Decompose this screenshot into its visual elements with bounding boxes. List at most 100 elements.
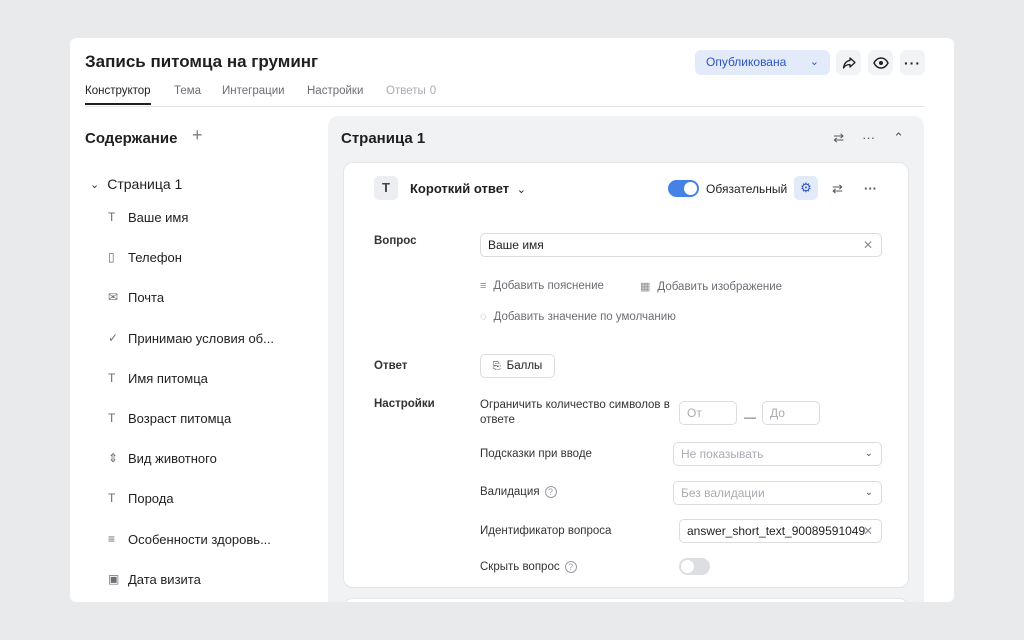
sidebar-page[interactable]: ⌄ Страница 1: [90, 176, 182, 192]
text-icon: T: [108, 410, 116, 425]
close-icon[interactable]: ✕: [863, 234, 873, 256]
tab-label: Тема: [174, 85, 202, 97]
sidebar-item[interactable]: ▣ Дата визита: [108, 572, 274, 602]
add-default-link[interactable]: ◌ Добавить значение по умолчанию: [480, 311, 676, 323]
add-default-label: Добавить значение по умолчанию: [493, 311, 676, 323]
question-id-input[interactable]: answer_short_text_90089591049 ✕: [679, 519, 882, 543]
shuffle-icon[interactable]: ⇄: [833, 130, 844, 146]
sidebar-item[interactable]: T Имя питомца: [108, 371, 274, 411]
max-chars-input[interactable]: До: [762, 401, 820, 425]
tab-responses[interactable]: Ответы 0: [386, 85, 436, 103]
form-title: Запись питомца на груминг: [85, 52, 319, 71]
required-toggle[interactable]: [668, 180, 699, 197]
question-label: Вопрос: [374, 235, 417, 247]
sidebar-item-label: Порода: [128, 491, 174, 507]
tab-settings[interactable]: Настройки: [307, 85, 363, 103]
chevron-down-icon: ⌄: [809, 56, 819, 68]
add-hint-label: Добавить пояснение: [493, 280, 604, 292]
image-icon: ▦: [640, 281, 651, 293]
paragraph-icon: ≡: [480, 280, 487, 292]
sidebar-item-label: Имя питомца: [128, 370, 208, 386]
question-card: T Короткий ответ ⌄ Обязательный ⚙ ⇄ ··· …: [343, 162, 909, 588]
mail-icon: ✉: [108, 290, 119, 305]
field-list: T Ваше имя ▯ Телефон ✉ Почта ✓ Принимаю усло…: [108, 210, 274, 602]
text-icon: T: [108, 370, 116, 385]
page-title: Страница 1: [341, 130, 426, 147]
eye-icon: [872, 56, 889, 69]
sidebar-item-label: Возраст питомца: [128, 410, 232, 426]
tab-integrations[interactable]: Интеграции: [222, 85, 285, 103]
add-image-label: Добавить изображение: [657, 280, 783, 293]
sidebar-item[interactable]: ⇕ Вид животного: [108, 451, 274, 491]
sidebar-item[interactable]: ▯ Телефон: [108, 250, 274, 290]
status-dropdown[interactable]: Опубликована ⌄: [695, 50, 830, 75]
text-icon: T: [108, 210, 116, 224]
sidebar-item-label: Особенности здоровь...: [128, 531, 271, 547]
to-placeholder: До: [770, 406, 785, 420]
hide-label-row: Скрыть вопрос?: [480, 560, 577, 575]
text-type-icon: T: [374, 176, 398, 200]
settings-label: Настройки: [374, 398, 435, 410]
sidebar-item[interactable]: T Порода: [108, 491, 274, 531]
tab-constructor[interactable]: Конструктор: [85, 85, 151, 105]
add-image-link[interactable]: ▦ Добавить изображение: [640, 280, 783, 294]
chevron-down-icon: ⌄: [516, 184, 526, 196]
status-label: Опубликована: [706, 55, 787, 69]
sidebar-item[interactable]: ✓ Принимаю условия об...: [108, 331, 274, 371]
required-label: Обязательный: [706, 182, 788, 196]
tab-label: Интеграции: [222, 85, 285, 97]
sidebar-item-label: Вид животного: [128, 451, 217, 467]
more-icon[interactable]: ···: [862, 130, 875, 146]
document-icon: ⎘: [492, 361, 501, 372]
gear-icon: ⚙: [800, 180, 812, 195]
tab-label: Настройки: [307, 85, 364, 97]
sidebar-item[interactable]: T Ваше имя: [108, 210, 274, 250]
sidebar-item-label: Принимаю условия об...: [128, 330, 274, 346]
preview-button[interactable]: [868, 50, 893, 75]
validation-select[interactable]: Без валидации ⌄: [673, 481, 882, 505]
calendar-icon: ▣: [108, 571, 120, 586]
shuffle-icon[interactable]: ⇄: [832, 181, 843, 197]
sidebar-item-label: Телефон: [128, 250, 182, 266]
page-label: Страница 1: [107, 176, 183, 192]
add-page-button[interactable]: +: [192, 126, 210, 144]
help-icon[interactable]: ?: [564, 560, 577, 573]
min-chars-input[interactable]: От: [679, 401, 737, 425]
check-icon: ✓: [108, 330, 119, 345]
page-actions: ⇄ ··· ⌃: [833, 130, 904, 146]
hide-question-toggle[interactable]: [679, 558, 710, 575]
from-placeholder: От: [687, 406, 702, 420]
hide-label: Скрыть вопрос: [480, 561, 560, 573]
help-icon[interactable]: ?: [544, 485, 557, 498]
hints-select[interactable]: Не показывать ⌄: [673, 442, 882, 466]
chevron-up-icon[interactable]: ⌃: [893, 130, 904, 146]
more-icon[interactable]: ···: [864, 181, 877, 196]
more-button[interactable]: ···: [900, 50, 925, 75]
add-hint-link[interactable]: ≡ Добавить пояснение: [480, 280, 604, 292]
share-button[interactable]: [836, 50, 861, 75]
validation-label-row: Валидация?: [480, 485, 557, 500]
tab-theme[interactable]: Тема: [174, 85, 201, 103]
limit-label: Ограничить количество символов в ответе: [480, 399, 670, 426]
chevron-down-icon: ⌄: [864, 448, 873, 459]
sidebar-item-label: Почта: [128, 290, 165, 306]
sidebar-item[interactable]: ✉ Почта: [108, 290, 274, 330]
question-type-dropdown[interactable]: Короткий ответ ⌄: [410, 181, 526, 196]
close-icon[interactable]: ✕: [863, 520, 873, 542]
settings-button[interactable]: ⚙: [794, 176, 818, 200]
score-label: Баллы: [506, 360, 543, 372]
hints-value: Не показывать: [681, 447, 764, 461]
validation-label: Валидация: [480, 486, 540, 498]
question-type-label: Короткий ответ: [410, 181, 510, 196]
question-input[interactable]: Ваше имя ✕: [480, 233, 882, 257]
question-id-value: answer_short_text_90089591049: [687, 524, 866, 538]
question-input-value: Ваше имя: [488, 238, 544, 252]
sidebar-item[interactable]: ≡ Особенности здоровь...: [108, 532, 274, 572]
id-label: Идентификатор вопроса: [480, 525, 612, 537]
sidebar-item[interactable]: T Возраст питомца: [108, 411, 274, 451]
score-button[interactable]: ⎘ Баллы: [480, 354, 555, 378]
share-icon: [842, 56, 856, 69]
page-editor: Страница 1 ⇄ ··· ⌃ T Короткий ответ ⌄ Об…: [328, 116, 924, 602]
sidebar-item-label: Дата визита: [128, 571, 201, 587]
next-question-card: [343, 598, 909, 602]
